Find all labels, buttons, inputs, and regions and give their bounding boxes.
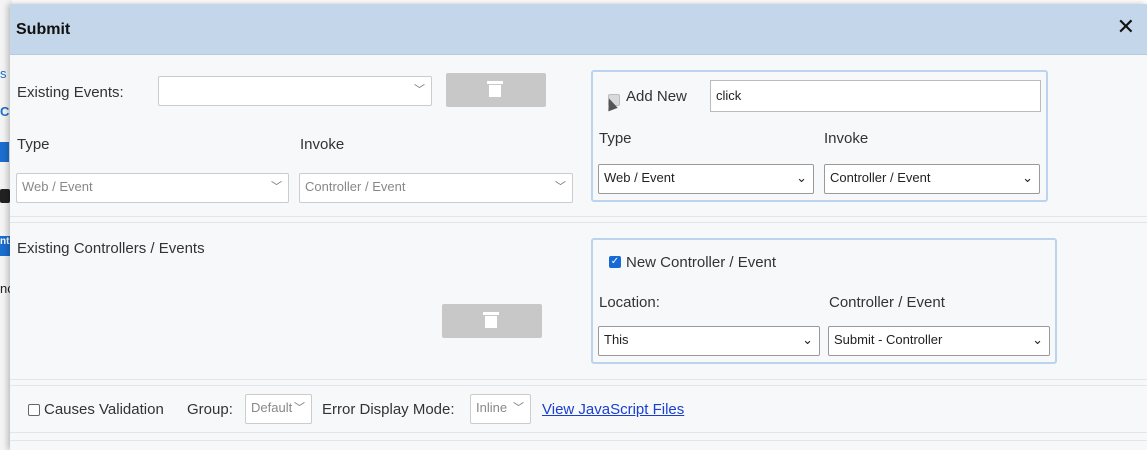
add-new-invoke-select[interactable]: Controller / Event ⌄ <box>824 164 1040 194</box>
background-text-fragment: s <box>0 66 7 81</box>
section-divider <box>10 216 1147 217</box>
background-button-fragment <box>0 142 9 162</box>
chevron-down-icon: ﹀ <box>513 402 524 414</box>
location-select[interactable]: This ⌄ <box>598 326 820 356</box>
add-new-type-select[interactable]: Web / Event ⌄ <box>598 164 814 194</box>
chevron-down-icon: ﹀ <box>555 181 566 193</box>
type-label: Type <box>17 136 50 153</box>
section-divider <box>10 385 1147 386</box>
add-new-panel: Add New click Type Invoke Web / Event ⌄ … <box>591 70 1048 202</box>
error-display-mode-select[interactable]: Inline ﹀ <box>470 394 531 424</box>
chevron-down-icon: ⌄ <box>802 332 813 347</box>
existing-controllers-label: Existing Controllers / Events <box>17 240 205 257</box>
delete-controller-button[interactable] <box>442 304 542 338</box>
controller-event-label: Controller / Event <box>829 294 945 311</box>
trash-icon <box>483 312 499 328</box>
group-label: Group: <box>187 401 233 418</box>
section-divider <box>10 432 1147 433</box>
group-select[interactable]: Default ﹀ <box>245 394 312 424</box>
new-controller-label: New Controller / Event <box>626 254 777 271</box>
trash-icon <box>487 81 503 97</box>
invoke-select[interactable]: Controller / Event ﹀ <box>299 173 573 203</box>
location-label: Location: <box>599 294 660 311</box>
background-gear-icon <box>0 189 10 203</box>
submit-dialog: Submit ✕ Existing Events: ﹀ Type Invoke … <box>10 4 1147 450</box>
controller-event-select[interactable]: Submit - Controller ⌄ <box>828 326 1050 356</box>
chevron-down-icon: ﹀ <box>294 402 305 414</box>
chevron-down-icon: ⌄ <box>1032 332 1043 347</box>
invoke-label: Invoke <box>300 136 345 153</box>
event-name-input[interactable]: click <box>710 80 1041 112</box>
delete-event-button[interactable] <box>446 73 546 107</box>
error-display-mode-label: Error Display Mode: <box>322 401 455 418</box>
section-divider <box>10 440 1147 441</box>
section-divider <box>10 222 1147 223</box>
dialog-titlebar: Submit ✕ <box>10 4 1147 55</box>
existing-events-select[interactable]: ﹀ <box>158 76 432 106</box>
chevron-down-icon: ⌄ <box>1022 170 1033 185</box>
new-controller-panel: ✓ New Controller / Event Location: Contr… <box>591 238 1057 364</box>
add-new-label: Add New <box>626 88 687 105</box>
close-icon[interactable]: ✕ <box>1117 16 1135 38</box>
add-new-type-label: Type <box>599 130 632 147</box>
dialog-title: Submit <box>16 21 71 38</box>
causes-validation-label: Causes Validation <box>44 401 164 418</box>
type-select[interactable]: Web / Event ﹀ <box>16 173 289 203</box>
chevron-down-icon: ﹀ <box>271 181 282 193</box>
existing-events-label: Existing Events: <box>17 84 124 101</box>
chevron-down-icon: ﹀ <box>414 84 425 96</box>
add-new-invoke-label: Invoke <box>824 130 869 147</box>
section-divider <box>10 379 1147 380</box>
background-text-fragment: nt <box>0 236 10 256</box>
new-controller-checkbox[interactable]: ✓ <box>609 256 621 268</box>
causes-validation-checkbox[interactable] <box>28 404 40 416</box>
view-javascript-files-link[interactable]: View JavaScript Files <box>542 401 684 418</box>
chevron-down-icon: ⌄ <box>796 170 807 185</box>
